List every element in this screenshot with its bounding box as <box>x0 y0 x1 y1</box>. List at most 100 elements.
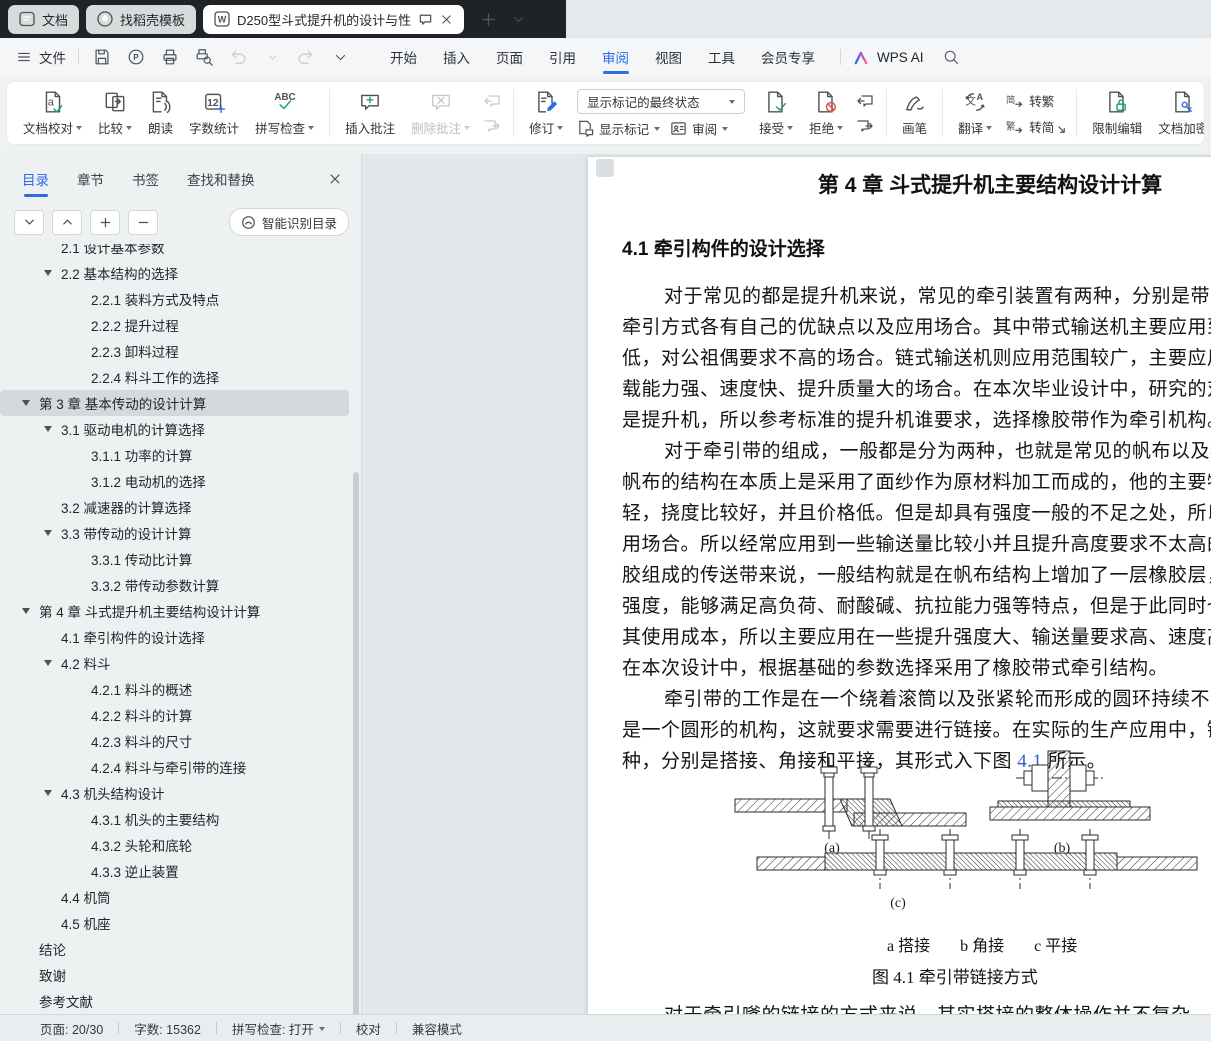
toc-item[interactable]: 4.4 机筒 <box>0 884 349 910</box>
reject-button[interactable]: 拒绝 <box>801 86 851 141</box>
toc-item[interactable]: 4.3.3 逆止装置 <box>0 858 349 884</box>
menu-tools[interactable]: 工具 <box>695 38 748 76</box>
toc-collapse-triangle-icon[interactable] <box>22 400 39 406</box>
panel-close-button[interactable] <box>325 169 345 189</box>
markup-state-select[interactable]: 显示标记的最终状态 <box>577 88 746 114</box>
compare-button[interactable]: 比较 <box>90 86 140 141</box>
tab-close-icon[interactable] <box>440 13 453 26</box>
toc-item[interactable]: 2.2 基本结构的选择 <box>0 260 349 286</box>
tab-docs-home[interactable]: 文档 <box>8 4 80 34</box>
menu-view[interactable]: 视图 <box>642 38 695 76</box>
document-page[interactable]: 第 4 章 斗式提升机主要结构设计计算 4.1 牵引构件的设计选择 对于常见的都… <box>588 157 1211 1014</box>
customize-toolbar-dropdown[interactable] <box>329 46 351 68</box>
output-pdf-button[interactable]: P <box>125 46 147 68</box>
toc-item[interactable]: 3.1.1 功率的计算 <box>0 442 349 468</box>
panel-tab-contents[interactable]: 目录 <box>22 169 49 189</box>
menu-home[interactable]: 开始 <box>377 38 430 76</box>
restrict-editing-button[interactable]: 限制编辑 <box>1084 86 1150 141</box>
toc-item[interactable]: 2.2.3 卸料过程 <box>0 338 349 364</box>
toc-collapse-triangle-icon[interactable] <box>44 270 61 276</box>
panel-tab-chapters[interactable]: 章节 <box>77 169 104 189</box>
wps-ai-button[interactable]: WPS AI <box>853 49 924 66</box>
translate-button[interactable]: 文 A 翻译 <box>950 86 1000 141</box>
toc-item[interactable]: 2.1 设计基本参数 <box>0 244 349 260</box>
next-change-button[interactable] <box>853 115 877 137</box>
undo-button[interactable] <box>227 46 249 68</box>
tab-active-document[interactable]: W D250型斗式提升机的设计与性 <box>203 4 465 34</box>
tab-docer-templates[interactable]: 找稻壳模板 <box>86 4 197 34</box>
save-button[interactable] <box>91 46 113 68</box>
status-word-count[interactable]: 字数: 15362 <box>134 1019 201 1038</box>
toc-expand-button[interactable] <box>14 209 44 235</box>
toc-item[interactable]: 4.2.2 料斗的计算 <box>0 702 349 728</box>
previous-change-button[interactable] <box>853 90 877 112</box>
track-changes-button[interactable]: 修订 <box>521 86 571 141</box>
status-spellcheck[interactable]: 拼写检查: 打开 <box>232 1019 325 1038</box>
status-page-indicator[interactable]: 页面: 20/30 <box>40 1019 103 1038</box>
review-pane-button[interactable]: 审阅 <box>670 119 729 138</box>
toc-item[interactable]: 结论 <box>0 936 349 962</box>
show-markup-button[interactable]: 显示标记 <box>577 119 661 138</box>
word-count-button[interactable]: 12 字数统计 <box>181 86 247 141</box>
sidebar-scrollbar[interactable] <box>353 472 359 1014</box>
toc-item[interactable]: 3.1.2 电动机的选择 <box>0 468 349 494</box>
toc-collapse-triangle-icon[interactable] <box>44 426 61 432</box>
toc-collapse-triangle-icon[interactable] <box>22 608 39 614</box>
menu-member[interactable]: 会员专享 <box>748 38 828 76</box>
toc-item[interactable]: 2.2.4 料斗工作的选择 <box>0 364 349 390</box>
print-preview-button[interactable] <box>193 46 215 68</box>
menu-page[interactable]: 页面 <box>483 38 536 76</box>
toc-item[interactable]: 3.3 带传动的设计计算 <box>0 520 349 546</box>
delete-comment-button[interactable]: 删除批注 <box>403 86 478 141</box>
translate-dialog-launcher[interactable] <box>1056 122 1067 140</box>
spell-check-button[interactable]: ABC 拼写检查 <box>247 86 322 141</box>
menu-insert[interactable]: 插入 <box>430 38 483 76</box>
toc-zoom-out-button[interactable] <box>128 209 158 235</box>
status-compat-mode[interactable]: 兼容模式 <box>412 1019 462 1038</box>
file-menu-button[interactable]: 文件 <box>16 47 66 67</box>
toc-item[interactable]: 4.2 料斗 <box>0 650 349 676</box>
read-aloud-button[interactable]: 朗读 <box>140 86 181 141</box>
insert-comment-button[interactable]: 插入批注 <box>337 86 403 141</box>
toc-item[interactable]: 4.3.1 机头的主要结构 <box>0 806 349 832</box>
toc-item[interactable]: 3.1 驱动电机的计算选择 <box>0 416 349 442</box>
toc-item[interactable]: 参考文献 <box>0 988 349 1014</box>
doc-proofread-button[interactable]: a 文档校对 <box>15 86 90 141</box>
toc-item[interactable]: 4.2.3 料斗的尺寸 <box>0 728 349 754</box>
menu-review[interactable]: 审阅 <box>589 38 642 76</box>
next-comment-button[interactable] <box>480 115 504 137</box>
toc-collapse-triangle-icon[interactable] <box>44 660 61 666</box>
toc-item[interactable]: 4.1 牵引构件的设计选择 <box>0 624 349 650</box>
redo-button[interactable] <box>295 46 317 68</box>
toc-item[interactable]: 4.2.1 料斗的概述 <box>0 676 349 702</box>
toc-zoom-in-button[interactable] <box>90 209 120 235</box>
toc-item[interactable]: 3.3.2 带传动参数计算 <box>0 572 349 598</box>
pen-button[interactable]: 画笔 <box>894 86 935 141</box>
toc-collapse-triangle-icon[interactable] <box>44 530 61 536</box>
accept-button[interactable]: 接受 <box>751 86 801 141</box>
toc-item[interactable]: 4.3 机头结构设计 <box>0 780 349 806</box>
toc-item[interactable]: 第 3 章 基本传动的设计计算 <box>0 390 349 416</box>
to-simplified-button[interactable]: 繁 转简 <box>1004 115 1054 137</box>
status-proofread[interactable]: 校对 <box>356 1019 381 1038</box>
toc-item[interactable]: 4.3.2 头轮和底轮 <box>0 832 349 858</box>
tab-list-dropdown-button[interactable] <box>505 6 531 32</box>
to-traditional-button[interactable]: 简 转繁 <box>1004 89 1054 111</box>
toc-collapse-button[interactable] <box>52 209 82 235</box>
previous-comment-button[interactable] <box>480 90 504 112</box>
menu-reference[interactable]: 引用 <box>536 38 589 76</box>
toc-item[interactable]: 3.3.1 传动比计算 <box>0 546 349 572</box>
toc-item[interactable]: 4.5 机座 <box>0 910 349 936</box>
toc-item[interactable]: 2.2.1 装料方式及特点 <box>0 286 349 312</box>
print-button[interactable] <box>159 46 181 68</box>
encrypt-document-button[interactable]: 文档加密 <box>1150 86 1204 141</box>
toc-item[interactable]: 3.2 减速器的计算选择 <box>0 494 349 520</box>
panel-tab-bookmarks[interactable]: 书签 <box>132 169 159 189</box>
search-button[interactable] <box>940 46 962 68</box>
toc-item[interactable]: 致谢 <box>0 962 349 988</box>
smart-toc-button[interactable]: 智能识别目录 <box>228 208 349 236</box>
toc-item[interactable]: 4.2.4 料斗与牵引带的连接 <box>0 754 349 780</box>
new-tab-button[interactable] <box>475 6 501 32</box>
toc-collapse-triangle-icon[interactable] <box>44 790 61 796</box>
toc-item[interactable]: 2.2.2 提升过程 <box>0 312 349 338</box>
